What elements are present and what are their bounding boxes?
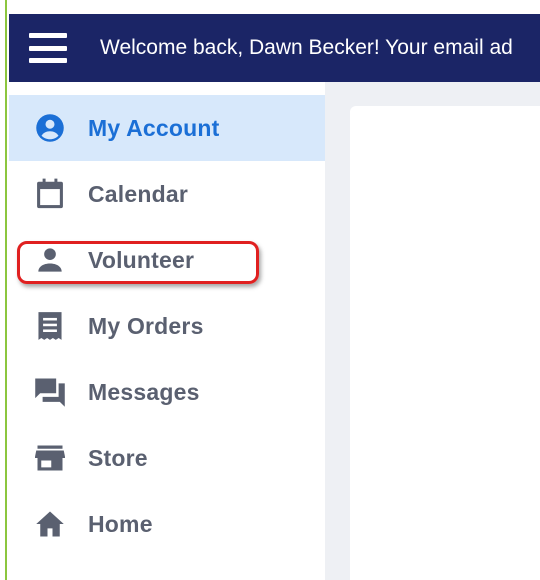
sidebar: My Account Calendar Volunteer My Orders … [9, 82, 325, 580]
home-icon [34, 508, 66, 540]
top-bar: Welcome back, Dawn Becker! Your email ad [9, 14, 540, 82]
sidebar-item-label: Calendar [88, 180, 189, 207]
sidebar-item-label: My Orders [88, 312, 204, 339]
store-icon [34, 442, 66, 474]
content-card [350, 106, 540, 580]
sidebar-item-label: My Account [88, 114, 220, 141]
person-icon [34, 244, 66, 276]
app-frame: Welcome back, Dawn Becker! Your email ad… [0, 0, 540, 580]
menu-icon[interactable] [29, 33, 67, 63]
chat-icon [34, 376, 66, 408]
sidebar-item-messages[interactable]: Messages [9, 359, 325, 425]
left-edge-border [0, 0, 7, 580]
sidebar-item-label: Messages [88, 378, 200, 405]
sidebar-item-volunteer[interactable]: Volunteer [9, 227, 325, 293]
sidebar-item-store[interactable]: Store [9, 425, 325, 491]
welcome-message: Welcome back, Dawn Becker! Your email ad [100, 36, 513, 59]
sidebar-item-label: Store [88, 444, 148, 471]
sidebar-item-label: Home [88, 510, 153, 537]
sidebar-item-my-account[interactable]: My Account [9, 95, 325, 161]
sidebar-item-home[interactable]: Home [9, 491, 325, 557]
sidebar-item-my-orders[interactable]: My Orders [9, 293, 325, 359]
account-circle-icon [34, 112, 66, 144]
sidebar-item-label: Volunteer [88, 246, 195, 273]
sidebar-item-calendar[interactable]: Calendar [9, 161, 325, 227]
calendar-icon [34, 178, 66, 210]
receipt-icon [34, 310, 66, 342]
